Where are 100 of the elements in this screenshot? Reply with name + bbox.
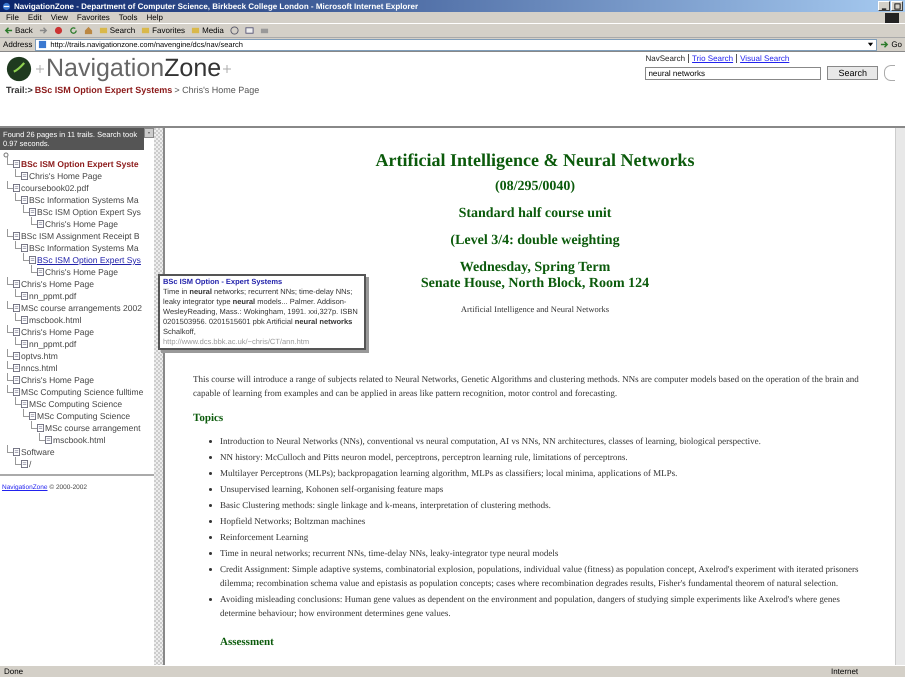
page-icon — [29, 412, 36, 420]
menu-item[interactable]: View — [50, 13, 68, 22]
tree-item[interactable]: Chris's Home Page — [21, 375, 94, 385]
stop-button[interactable] — [52, 25, 64, 36]
menu-item[interactable]: Edit — [28, 13, 42, 22]
tree-item[interactable]: mscbook.html — [53, 435, 106, 445]
maximize-button[interactable] — [891, 1, 903, 11]
tree-item[interactable]: MSc Computing Science fulltime — [21, 387, 144, 397]
tree-item[interactable]: BSc ISM Option Expert Sys — [37, 207, 141, 217]
page-icon — [13, 232, 20, 240]
topic-item: Multilayer Perceptrons (MLPs); backpropagation learning algorithm, MLPs as classifiers; local minima, applications of MLPs. — [220, 467, 678, 480]
menu-item[interactable]: File — [6, 13, 19, 22]
refresh-button[interactable] — [68, 25, 79, 36]
tree-item[interactable]: Chris's Home Page — [45, 219, 118, 229]
toolbar-button[interactable]: Media — [190, 25, 225, 36]
page-icon — [13, 304, 20, 312]
page-icon — [21, 340, 28, 348]
tree-item[interactable]: MSc Computing Science — [29, 399, 122, 409]
bullet-icon — [209, 520, 212, 523]
page-icon — [21, 292, 28, 300]
page-icon — [21, 316, 28, 324]
page-icon — [29, 208, 36, 216]
topic-item: Credit Assignment: Simple adaptive systems, combinatorial explosion, populations, individual value (fitness) as population concept, Axelrod's experiment with iterated prisoners dilemma; recombination schema value and epistasis as population concepts; cases where recombination degrades results, Fisher's fundamental theorem of natural selection. — [220, 563, 860, 590]
page-icon — [13, 376, 20, 384]
site-logo: NavigationZone — [46, 54, 222, 83]
bullet-icon — [209, 488, 212, 491]
course-level: (Level 3/4: double weighting — [450, 233, 620, 249]
bullet-icon — [209, 472, 212, 475]
course-code: (08/295/0040) — [494, 179, 576, 195]
bullet-icon — [209, 504, 212, 507]
stop-icon — [54, 26, 63, 35]
tree-item[interactable]: coursebook02.pdf — [21, 183, 89, 193]
tree-item[interactable]: BSc ISM Option Expert Syste — [21, 159, 139, 169]
page-icon — [13, 352, 20, 360]
search-mode-link[interactable]: Visual Search — [740, 54, 790, 63]
trail-label: Trail:> — [6, 85, 33, 95]
menu-item[interactable]: Help — [146, 13, 163, 22]
tree-item[interactable]: BSc Information Systems Ma — [29, 195, 139, 205]
tree-item[interactable]: Chris's Home Page — [29, 171, 102, 181]
tree-item[interactable]: / — [29, 459, 32, 469]
menu-item[interactable]: Tools — [118, 13, 138, 22]
tree-item[interactable]: nn_ppmt.pdf — [29, 339, 76, 349]
menu-item[interactable]: Favorites — [76, 13, 110, 22]
scrollbar[interactable] — [895, 128, 905, 665]
page-icon — [13, 160, 20, 168]
security-zone: Internet — [831, 667, 860, 676]
tree-item[interactable]: Software — [21, 447, 55, 457]
search-button[interactable]: Search — [827, 66, 878, 80]
dropdown-arrow-icon[interactable] — [867, 41, 874, 48]
tree-item[interactable]: Chris's Home Page — [45, 267, 118, 277]
globe-logo-icon — [6, 56, 32, 82]
refresh-icon — [68, 26, 78, 35]
bullet-icon — [209, 598, 212, 601]
tree-root-icon — [3, 152, 9, 158]
forward-arrow-icon — [38, 26, 48, 35]
page-icon — [13, 280, 20, 288]
tree-item[interactable]: optvs.htm — [21, 351, 58, 361]
toolbar-button[interactable]: Favorites — [140, 25, 186, 36]
tree-item[interactable]: MSc Computing Science — [37, 411, 130, 421]
search-field[interactable]: neural networks — [645, 66, 822, 80]
tree-item[interactable]: BSc ISM Assignment Receipt B — [21, 231, 140, 241]
page-icon — [21, 244, 28, 252]
home-icon — [84, 26, 93, 35]
bullet-icon — [209, 456, 212, 459]
tree-item[interactable]: nn_ppmt.pdf — [29, 291, 76, 301]
back-button[interactable]: Back — [3, 25, 34, 36]
home-button[interactable] — [82, 25, 94, 36]
course-title: Artificial Intelligence & Neural Networks — [376, 150, 694, 171]
window-title: NavigationZone - Department of Computer Science, Birkbeck College London - Microsoft Internet Explorer — [14, 2, 420, 10]
trail-link[interactable]: BSc ISM Option Expert Systems — [34, 85, 172, 95]
plus-icon — [223, 64, 232, 72]
tree-item[interactable]: Chris's Home Page — [21, 327, 94, 337]
tree-item[interactable]: BSc Information Systems Ma — [29, 243, 139, 253]
tree-item[interactable]: MSc course arrangements 2002 — [21, 303, 142, 313]
minimize-button[interactable] — [878, 1, 890, 11]
topic-item: NN history: McCulloch and Pitts neuron model, perceptrons, perceptron learning rule, limitations of perceptrons. — [220, 451, 628, 464]
toolbar-button[interactable]: Search — [98, 25, 136, 36]
tree-item[interactable]: Chris's Home Page — [21, 279, 94, 289]
topics-heading: Topics — [193, 412, 224, 424]
tree-item[interactable]: nncs.html — [21, 363, 58, 373]
topic-item: Unsupervised learning, Kohonen self-organising feature maps — [220, 483, 444, 496]
address-label: Address — [3, 40, 32, 49]
collapse-button[interactable]: - — [144, 128, 154, 138]
page-icon — [21, 196, 28, 204]
page-icon — [13, 364, 20, 372]
page-icon — [13, 328, 20, 336]
tree-item[interactable]: BSc ISM Option Expert Sys — [37, 255, 141, 265]
page-icon — [29, 256, 36, 264]
forward-button[interactable] — [38, 25, 49, 36]
bullet-icon — [209, 440, 212, 443]
tree-item[interactable]: MSc course arrangement — [45, 423, 140, 433]
bullet-icon — [209, 552, 212, 555]
maximize-icon — [894, 2, 900, 10]
topic-item: Time in neural networks; recurrent NNs, time-delay NNs, leaky-integrator type neural models — [220, 547, 558, 560]
circle-button-icon[interactable] — [884, 65, 895, 81]
go-button[interactable]: Go — [880, 40, 902, 49]
scrollbar[interactable] — [154, 128, 163, 665]
tree-item[interactable]: mscbook.html — [29, 315, 82, 325]
bullet-icon — [209, 568, 212, 571]
search-mode-link[interactable]: Trio Search — [692, 54, 734, 63]
